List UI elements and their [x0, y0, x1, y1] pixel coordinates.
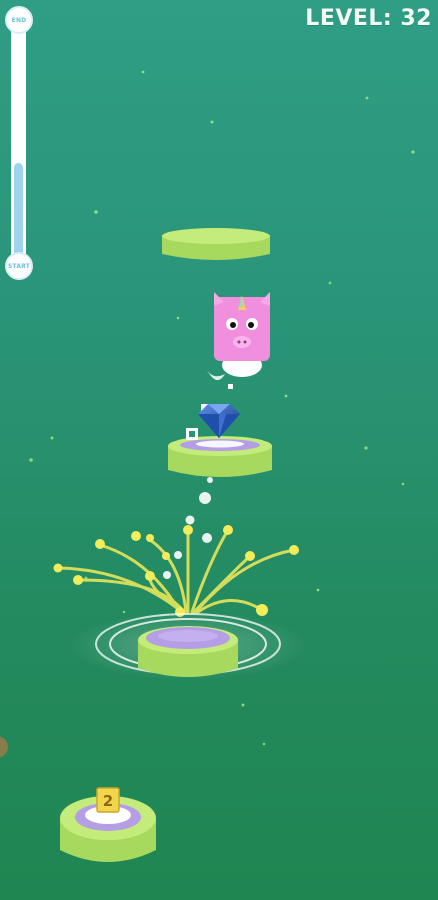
progress-end-label: END — [11, 16, 27, 24]
sign-symbol: 2 — [103, 792, 113, 810]
firework-sparks — [58, 528, 296, 614]
game-scene[interactable]: 2 — [0, 0, 438, 900]
progress-start-marker: START — [5, 252, 33, 280]
level-progress-bar — [11, 18, 26, 268]
level-indicator: LEVEL: 32 — [305, 6, 432, 31]
diamond-gem-icon — [198, 404, 240, 438]
number-sign-icon: 2 — [96, 787, 120, 813]
unicorn-cube-icon — [207, 292, 270, 381]
platform-top — [162, 228, 270, 260]
platform-middle — [168, 436, 272, 477]
platform-landing — [68, 612, 308, 680]
cube-particle — [228, 384, 233, 389]
progress-end-marker: END — [5, 6, 33, 34]
cube-particle-hole — [189, 431, 195, 437]
progress-start-label: START — [7, 262, 31, 270]
level-progress-fill — [14, 163, 23, 265]
